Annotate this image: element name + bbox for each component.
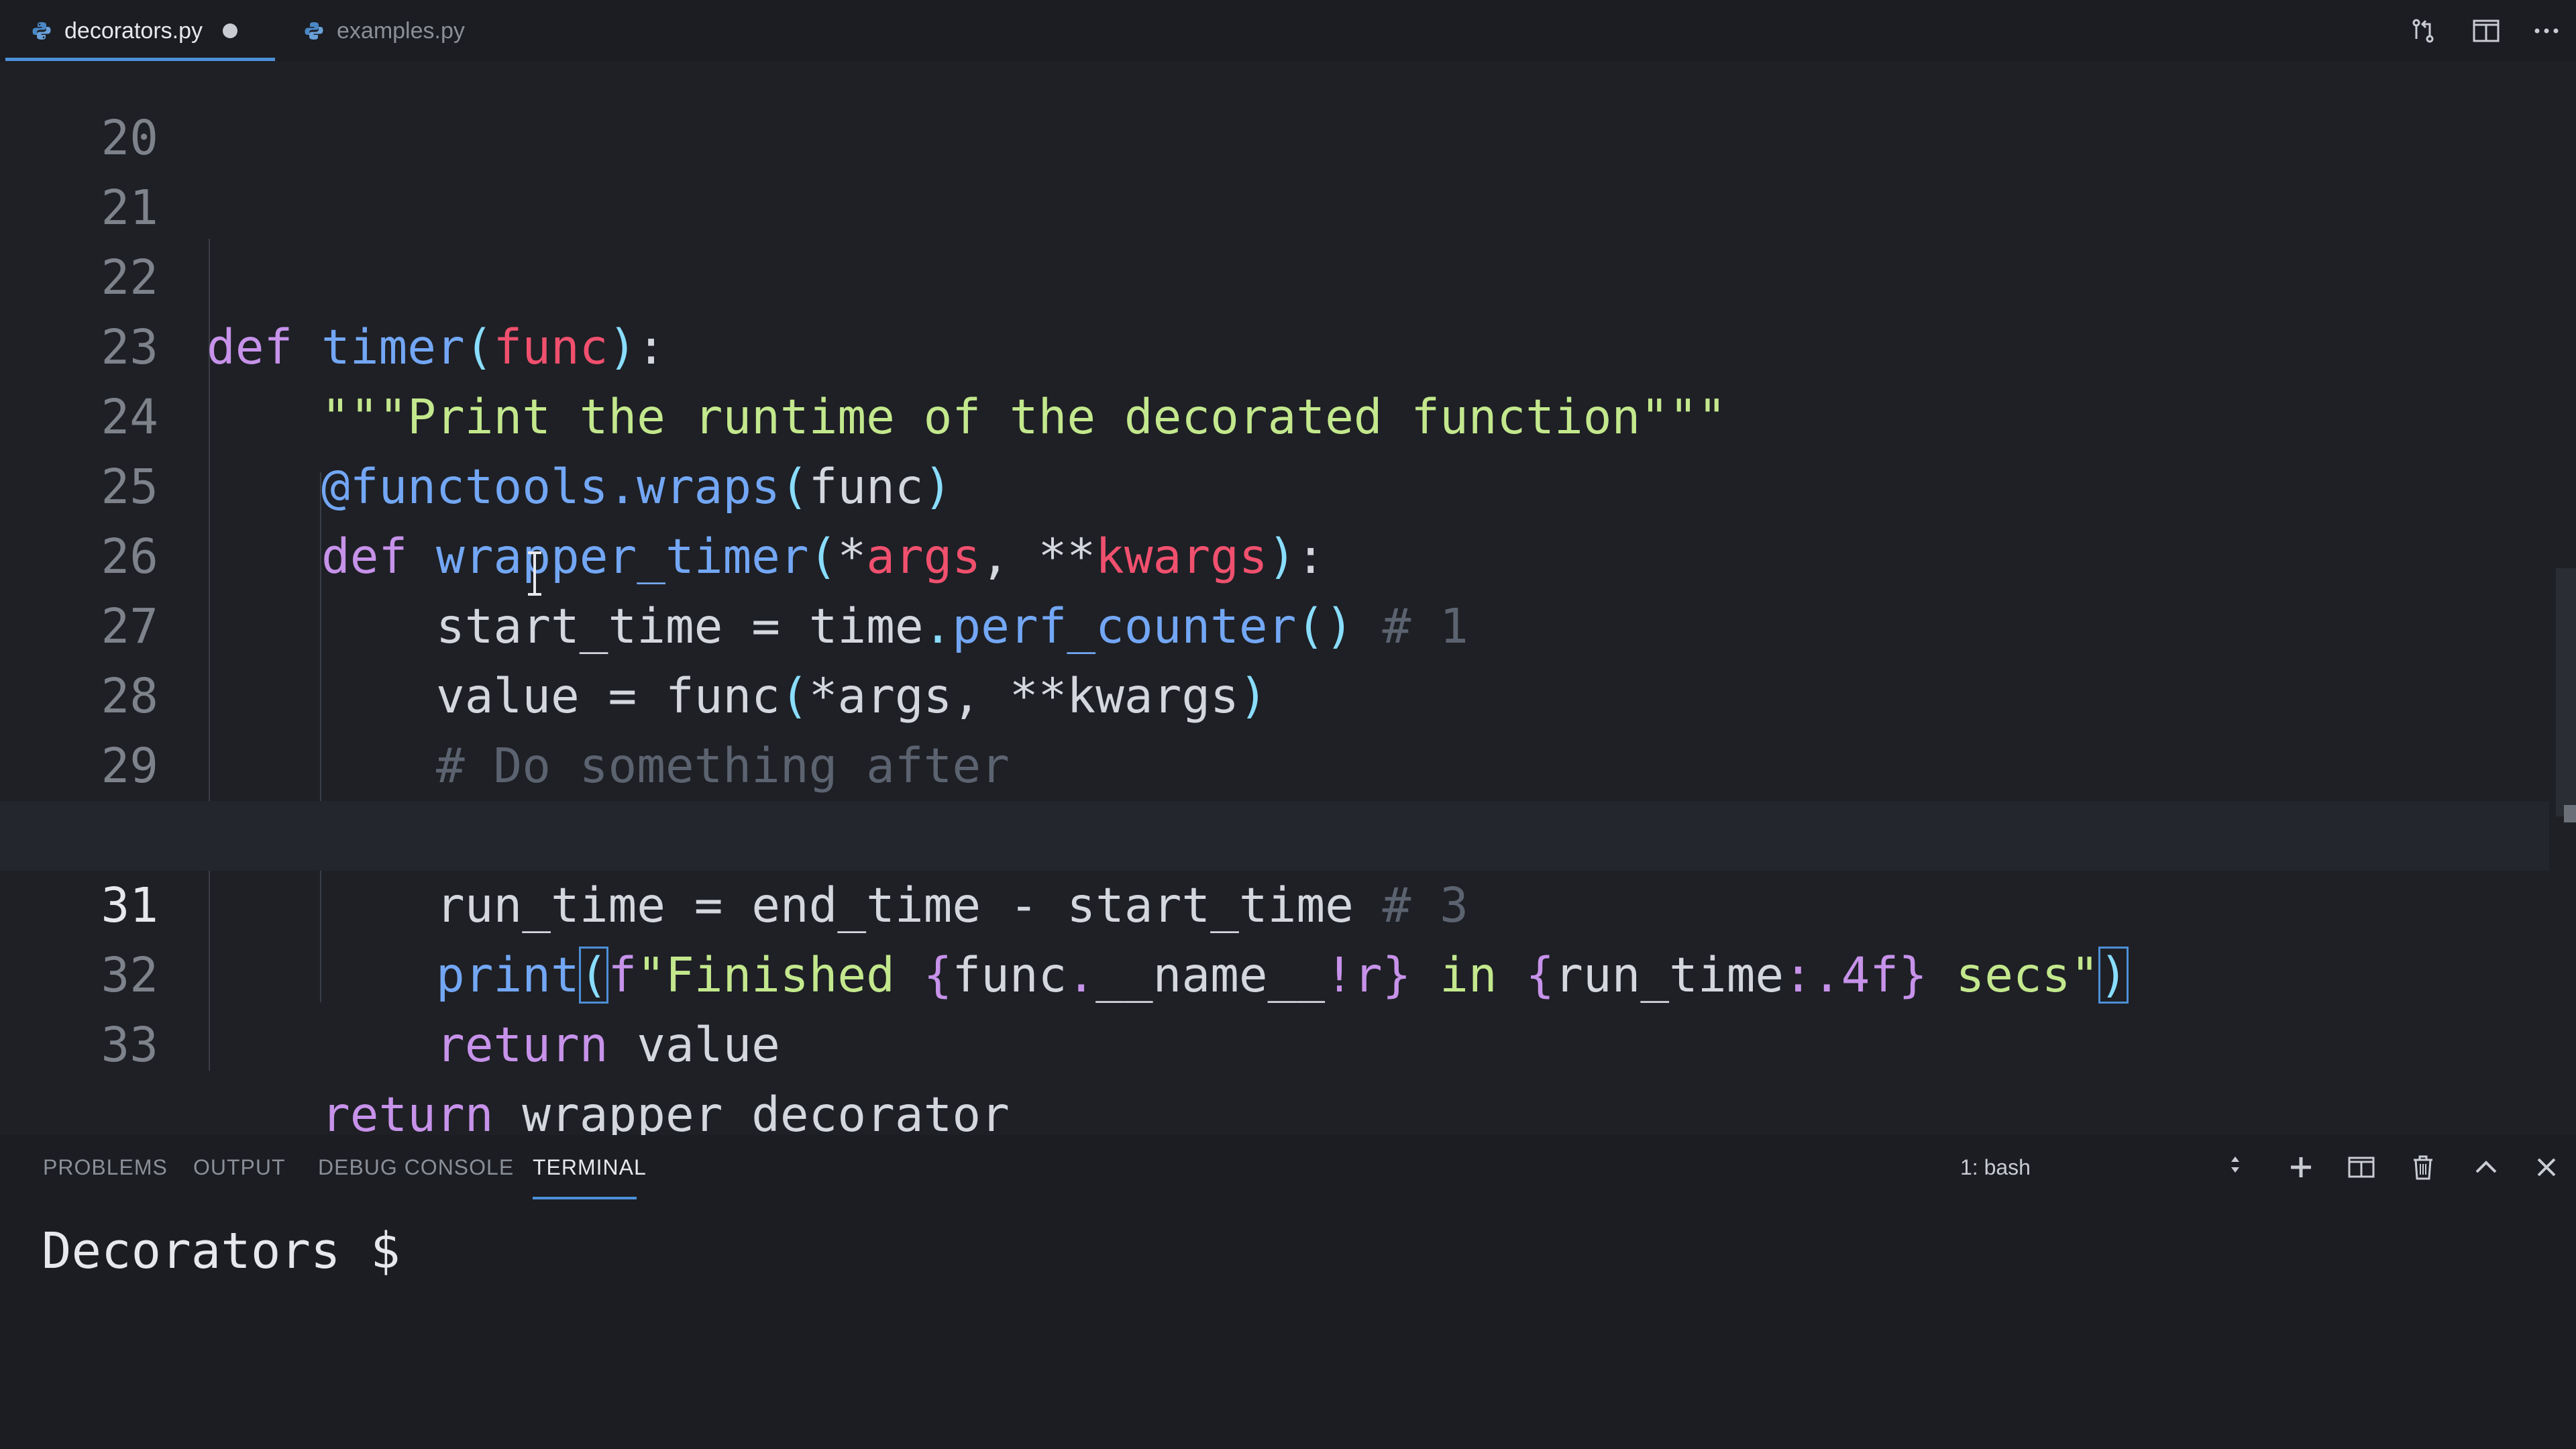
close-panel-icon[interactable] [2530, 1151, 2563, 1183]
code-line: 29 end_time = time.perf_counter() # 2 [0, 661, 2549, 863]
tab-terminal[interactable]: TERMINAL [533, 1155, 647, 1180]
split-editor-icon[interactable] [2470, 15, 2502, 47]
code-line: 22 def timer(func): [0, 173, 2549, 375]
code-line: 25 def wrapper_timer(*args, **kwargs): [0, 382, 2549, 584]
editor-scrollbar-thumb[interactable] [2556, 568, 2576, 816]
split-terminal-icon[interactable] [2345, 1151, 2377, 1183]
code-line: 30 run_time = end_time - start_time # 3 [0, 731, 2549, 933]
active-tab-indicator [5, 58, 275, 61]
tab-decorators-py[interactable]: decorators.py [31, 0, 237, 62]
code-line: 28 # Do something after [0, 592, 2549, 794]
code-text: return wrapper_decorator [321, 1087, 1010, 1135]
code-line: 33 return wrapper_decorator [0, 941, 2549, 1135]
code-text: return value [435, 1017, 780, 1073]
tab-output[interactable]: OUTPUT [193, 1155, 286, 1180]
active-panel-tab-indicator [533, 1197, 637, 1199]
trash-icon[interactable] [2407, 1151, 2439, 1183]
code-editor[interactable]: 20 21 22 def timer(func): 23 """Print th… [0, 62, 2576, 1135]
tab-label: decorators.py [64, 17, 203, 44]
python-file-icon [305, 22, 323, 40]
terminal-shell-select[interactable]: 1: bash [1960, 1155, 2031, 1180]
code-line: 26 start_time = time.perf_counter() # 1 [0, 452, 2549, 654]
unsaved-changes-dot-icon [223, 23, 237, 38]
code-line: 23 """Print the runtime of the decorated… [0, 243, 2549, 445]
more-actions-icon[interactable] [2530, 15, 2563, 47]
maximize-panel-icon[interactable] [2470, 1151, 2502, 1183]
code-line: 21 [0, 103, 2549, 235]
editor-tab-bar: decorators.py examples.py [0, 0, 2576, 62]
text-cursor-icon [528, 551, 541, 596]
add-terminal-icon[interactable] [2285, 1151, 2317, 1183]
source-control-compare-icon[interactable] [2407, 15, 2439, 47]
tab-debug-console[interactable]: DEBUG CONSOLE [318, 1155, 514, 1180]
line-number: 33 [101, 1017, 159, 1073]
tab-label: examples.py [337, 17, 465, 44]
bottom-panel: PROBLEMS OUTPUT DEBUG CONSOLE TERMINAL 1… [0, 1135, 2576, 1449]
code-line: 27 value = func(*args, **kwargs) [0, 522, 2549, 724]
tab-examples-py[interactable]: examples.py [303, 0, 465, 62]
tab-problems[interactable]: PROBLEMS [43, 1155, 168, 1180]
code-line: 24 @functools.wraps(func) [0, 313, 2549, 515]
terminal-prompt[interactable]: Decorators $ [42, 1222, 400, 1280]
select-arrows-icon[interactable] [2227, 1151, 2243, 1178]
python-file-icon [32, 22, 51, 40]
code-line: 20 [0, 62, 2549, 166]
scrollbar-cursor-marker [2564, 805, 2576, 822]
code-line: 32 return value [0, 871, 2549, 1073]
code-line-current: 31 print(f"Finished {func.__name__!r} in… [0, 801, 2549, 1004]
